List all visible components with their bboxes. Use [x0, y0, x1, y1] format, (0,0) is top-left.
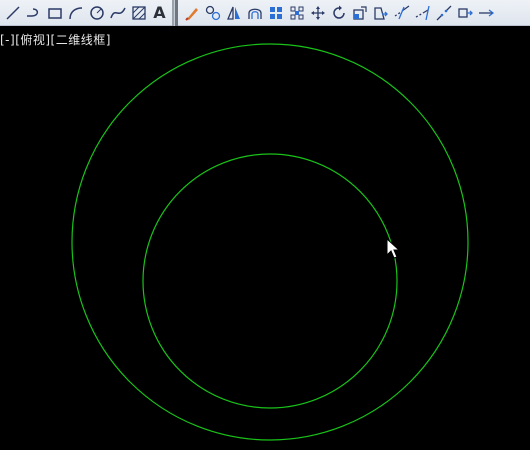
mouse-cursor-icon: [386, 238, 400, 259]
copy-icon[interactable]: [202, 2, 223, 24]
toolbar-separator[interactable]: [172, 0, 178, 26]
cad-window: A [-][俯视][二维线框]: [0, 0, 530, 450]
arc-icon[interactable]: [65, 2, 86, 24]
viewport-controls-label[interactable]: [-][俯视][二维线框]: [0, 31, 111, 48]
trim-icon[interactable]: [391, 2, 412, 24]
drawing-svg: [71, 43, 469, 441]
mirror-icon[interactable]: [223, 2, 244, 24]
line-icon[interactable]: [2, 2, 23, 24]
rectangle-icon[interactable]: [44, 2, 65, 24]
hatch-icon[interactable]: [128, 2, 149, 24]
array-alt-icon[interactable]: [286, 2, 307, 24]
outer-circle[interactable]: [71, 43, 469, 441]
move-icon[interactable]: [307, 2, 328, 24]
spline-icon[interactable]: [107, 2, 128, 24]
modify-toolbar: [181, 0, 496, 26]
inner-circle[interactable]: [142, 153, 398, 409]
rotate-icon[interactable]: [328, 2, 349, 24]
polyline-icon[interactable]: [23, 2, 44, 24]
draw-toolbar: A: [2, 0, 170, 26]
extend-icon[interactable]: [412, 2, 433, 24]
circle-icon[interactable]: [86, 2, 107, 24]
break-icon[interactable]: [433, 2, 454, 24]
scale-icon[interactable]: [349, 2, 370, 24]
explode-icon[interactable]: [454, 2, 475, 24]
drawing-area[interactable]: [0, 26, 530, 450]
text-tool[interactable]: A: [149, 2, 170, 24]
erase-icon[interactable]: [181, 2, 202, 24]
array-icon[interactable]: [265, 2, 286, 24]
offset-icon[interactable]: [244, 2, 265, 24]
toolbar: A: [0, 0, 530, 26]
join-icon[interactable]: [475, 2, 496, 24]
stretch-icon[interactable]: [370, 2, 391, 24]
